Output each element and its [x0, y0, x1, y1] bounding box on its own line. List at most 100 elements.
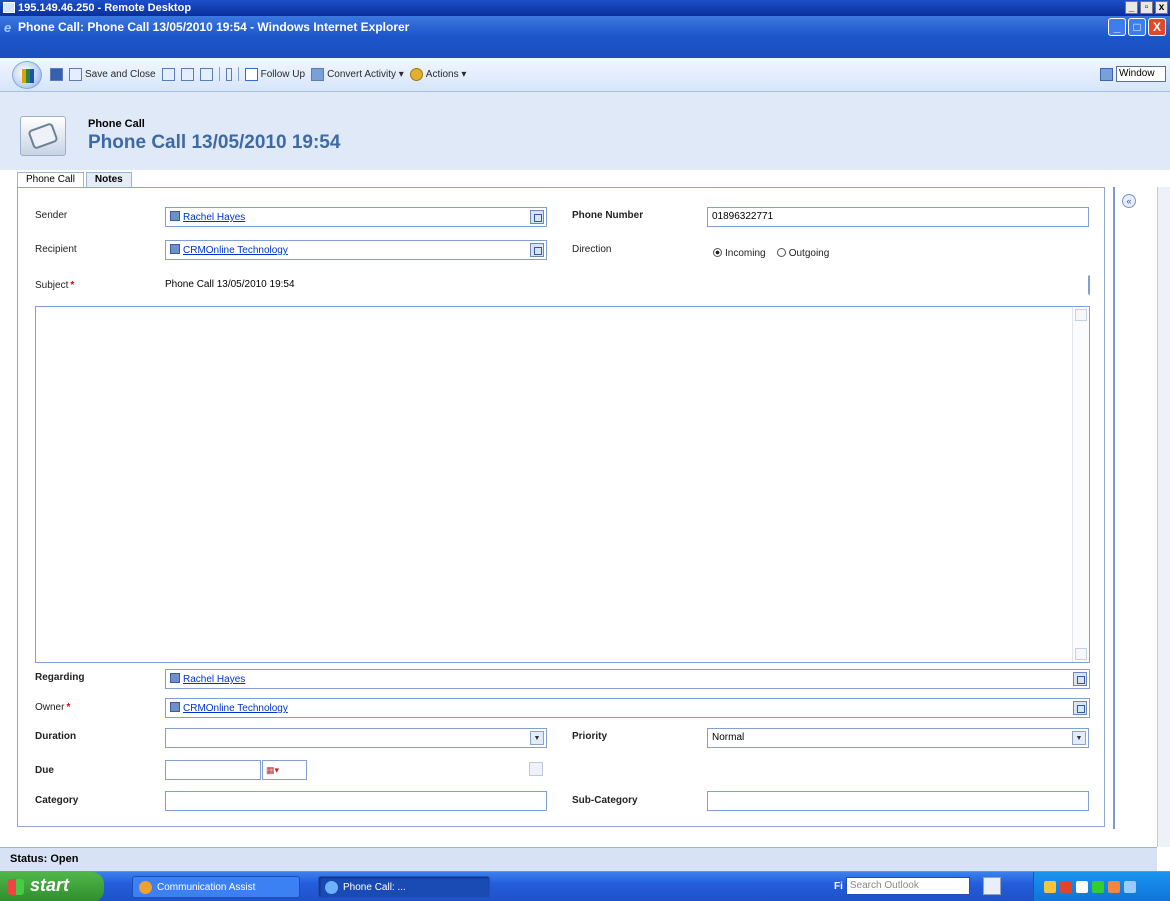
priority-select[interactable]: Normal ▼	[707, 728, 1089, 748]
lookup-icon[interactable]	[1073, 701, 1087, 715]
mark-complete-icon	[161, 67, 175, 81]
taskbar-search: Fi Search Outlook	[834, 877, 1001, 895]
outgoing-label: Outgoing	[788, 248, 830, 259]
convert-activity-label: Convert Activity ▾	[327, 68, 404, 80]
taskbar-item-phone-call[interactable]: Phone Call: ...	[318, 876, 490, 898]
lookup-icon[interactable]	[530, 210, 544, 224]
chevron-down-icon[interactable]: ▼	[1072, 731, 1086, 745]
taskbar-item-communication-assist[interactable]: Communication Assist	[132, 876, 300, 898]
convert-activity-button[interactable]: Convert Activity ▾	[311, 67, 404, 81]
contact-icon	[170, 211, 180, 221]
phone-number-label: Phone Number	[572, 210, 644, 221]
due-time-dropdown[interactable]	[529, 762, 543, 776]
window-selector[interactable]: Window	[1116, 66, 1166, 82]
print-button[interactable]	[199, 67, 213, 81]
crm-logo-icon	[12, 61, 42, 89]
regarding-value[interactable]: Rachel Hayes	[183, 674, 245, 685]
rd-minimize-button[interactable]: _	[1125, 1, 1138, 14]
actions-button[interactable]: Actions ▾	[409, 67, 466, 81]
actions-icon	[409, 67, 423, 81]
tab-phone-call[interactable]: Phone Call	[17, 172, 84, 188]
tray-icon[interactable]	[1076, 881, 1088, 893]
browser-title: Phone Call: Phone Call 13/05/2010 19:54 …	[18, 20, 410, 34]
tray-icon[interactable]	[1108, 881, 1120, 893]
task2-label: Phone Call: ...	[343, 882, 406, 893]
tray-icon[interactable]	[1124, 881, 1136, 893]
page-scrollbar[interactable]	[1157, 187, 1170, 847]
more-button[interactable]	[225, 67, 232, 81]
category-input[interactable]	[165, 791, 547, 811]
window-icon	[1100, 67, 1113, 81]
status-text: Status: Open	[10, 853, 79, 865]
sub-category-input[interactable]	[707, 791, 1089, 811]
search-input[interactable]: Search Outlook	[845, 877, 970, 895]
close-button[interactable]: X	[1148, 18, 1166, 36]
subject-label-text: Subject	[35, 280, 69, 291]
save-and-close-button[interactable]: Save and Close	[69, 67, 156, 81]
tray-icon[interactable]	[1092, 881, 1104, 893]
chevron-down-icon[interactable]: ▼	[530, 731, 544, 745]
direction-outgoing-option[interactable]: Outgoing	[776, 248, 830, 259]
lookup-icon[interactable]	[530, 243, 544, 257]
scroll-down-icon[interactable]	[1075, 648, 1087, 660]
expand-pane-icon[interactable]: «	[1122, 194, 1136, 208]
ie-icon	[325, 881, 338, 894]
recipient-value[interactable]: CRMOnline Technology	[183, 245, 288, 256]
owner-lookup[interactable]: CRMOnline Technology	[165, 698, 1090, 718]
save-button[interactable]	[50, 67, 63, 81]
calendar-icon: ▦▾	[266, 765, 280, 775]
rd-close-button[interactable]: x	[1155, 1, 1168, 14]
mark-complete-button[interactable]	[161, 67, 175, 81]
regarding-label: Regarding	[35, 672, 85, 683]
tray-icon[interactable]	[1060, 881, 1072, 893]
owner-value[interactable]: CRMOnline Technology	[183, 703, 288, 714]
sender-value[interactable]: Rachel Hayes	[183, 212, 245, 223]
attach-button[interactable]	[180, 67, 194, 81]
taskbar: start Communication Assist Phone Call: .…	[0, 871, 1170, 901]
search-label: Fi	[834, 880, 843, 892]
minimize-button[interactable]: _	[1108, 18, 1126, 36]
radio-icon[interactable]	[776, 248, 786, 257]
tray-icon[interactable]	[1044, 881, 1056, 893]
remote-desktop-titlebar: 195.149.46.250 - Remote Desktop _ ▫ x	[0, 0, 1170, 16]
sender-lookup[interactable]: Rachel Hayes	[165, 207, 547, 227]
lookup-icon[interactable]	[1073, 672, 1087, 686]
duration-label: Duration	[35, 731, 77, 742]
description-scrollbar[interactable]	[1072, 307, 1089, 662]
radio-selected-icon[interactable]	[713, 248, 722, 257]
due-date-input[interactable]	[165, 760, 261, 780]
regarding-lookup[interactable]: Rachel Hayes	[165, 669, 1090, 689]
recipient-lookup[interactable]: CRMOnline Technology	[165, 240, 547, 260]
recipient-label: Recipient	[35, 244, 77, 255]
required-indicator: *	[66, 702, 71, 713]
direction-radio-group: Incoming Outgoing	[713, 248, 829, 259]
start-button[interactable]: start	[0, 872, 104, 901]
convert-activity-icon	[311, 67, 325, 81]
save-close-icon	[69, 67, 82, 81]
follow-up-button[interactable]: Follow Up	[244, 67, 305, 81]
owner-label-text: Owner	[35, 702, 65, 713]
remote-desktop-icon	[3, 2, 15, 13]
direction-incoming-option[interactable]: Incoming	[713, 248, 766, 259]
app-icon	[139, 881, 152, 894]
tab-notes[interactable]: Notes	[85, 172, 132, 188]
more-icon	[225, 67, 232, 81]
search-icon[interactable]	[982, 877, 1001, 895]
related-pane: «	[1113, 187, 1158, 829]
phone-number-input[interactable]: 01896322771	[707, 207, 1089, 227]
maximize-button[interactable]: □	[1128, 18, 1146, 36]
subject-input[interactable]: Phone Call 13/05/2010 19:54	[160, 275, 1090, 295]
description-textarea[interactable]	[35, 306, 1090, 663]
sub-category-label: Sub-Category	[572, 795, 638, 806]
follow-up-icon	[244, 67, 258, 81]
duration-select[interactable]: ▼	[165, 728, 547, 748]
browser-titlebar: e Phone Call: Phone Call 13/05/2010 19:5…	[0, 16, 1170, 58]
sender-label: Sender	[35, 210, 68, 221]
priority-value: Normal	[712, 732, 745, 743]
entity-type: Phone Call	[88, 118, 145, 130]
attach-icon	[180, 67, 194, 81]
calendar-button[interactable]: ▦▾	[262, 760, 307, 780]
scroll-up-icon[interactable]	[1075, 309, 1087, 321]
account-icon	[170, 244, 180, 254]
rd-restore-button[interactable]: ▫	[1140, 1, 1153, 14]
